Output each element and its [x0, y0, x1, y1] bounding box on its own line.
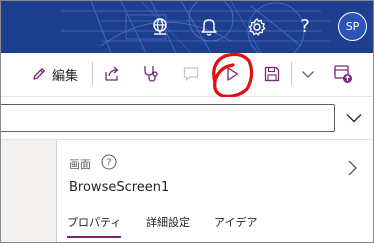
- app-window: ? SP 編集 画面 ? BrowseScreen1 プロパティ 詳細設定 アイ…: [0, 0, 374, 243]
- comments-button[interactable]: [180, 62, 202, 86]
- settings-gear-icon[interactable]: [244, 14, 270, 40]
- more-options-button[interactable]: [298, 62, 318, 86]
- edit-pencil-icon: [33, 68, 45, 80]
- help-question-icon[interactable]: ?: [292, 14, 318, 40]
- comments-icon: [183, 67, 199, 81]
- command-separator: [291, 62, 292, 86]
- screen-name: BrowseScreen1: [69, 180, 170, 195]
- chevron-down-icon: [346, 113, 362, 123]
- tab-properties[interactable]: プロパティ: [67, 214, 122, 238]
- edit-button[interactable]: 編集: [31, 62, 78, 86]
- top-header-bar: ? SP: [1, 1, 373, 53]
- tree-view-panel: [1, 140, 56, 242]
- tab-advanced[interactable]: 詳細設定: [146, 214, 190, 236]
- more-chevron-down-icon: [302, 71, 314, 78]
- preview-play-button[interactable]: [221, 62, 243, 86]
- help-circle-icon[interactable]: ?: [101, 154, 117, 170]
- control-type-label: 画面: [69, 158, 91, 171]
- formula-bar: [1, 97, 373, 140]
- environment-globe-icon[interactable]: [147, 14, 173, 40]
- formula-expand-button[interactable]: [343, 107, 365, 129]
- save-button[interactable]: [261, 62, 283, 86]
- share-button[interactable]: [101, 62, 123, 86]
- publish-icon: [334, 65, 352, 83]
- chevron-right-icon[interactable]: [344, 158, 360, 178]
- command-bar: 編集: [1, 53, 373, 97]
- help-glyph: ?: [300, 16, 310, 37]
- help-glyph: ?: [106, 158, 111, 169]
- formula-input[interactable]: [1, 104, 335, 132]
- user-avatar[interactable]: SP: [338, 12, 367, 41]
- tab-ideas[interactable]: アイデア: [214, 214, 257, 236]
- notification-bell-icon[interactable]: [196, 14, 222, 40]
- app-checker-stethoscope-icon: [144, 66, 158, 82]
- edit-button-label: 編集: [52, 68, 79, 84]
- properties-pane: 画面 ? BrowseScreen1 プロパティ 詳細設定 アイデア: [57, 140, 373, 242]
- command-separator: [92, 62, 93, 86]
- app-checker-button[interactable]: [139, 62, 163, 86]
- preview-play-icon: [227, 67, 239, 81]
- save-icon: [264, 66, 280, 82]
- share-icon: [105, 66, 119, 81]
- publish-button[interactable]: [331, 62, 355, 86]
